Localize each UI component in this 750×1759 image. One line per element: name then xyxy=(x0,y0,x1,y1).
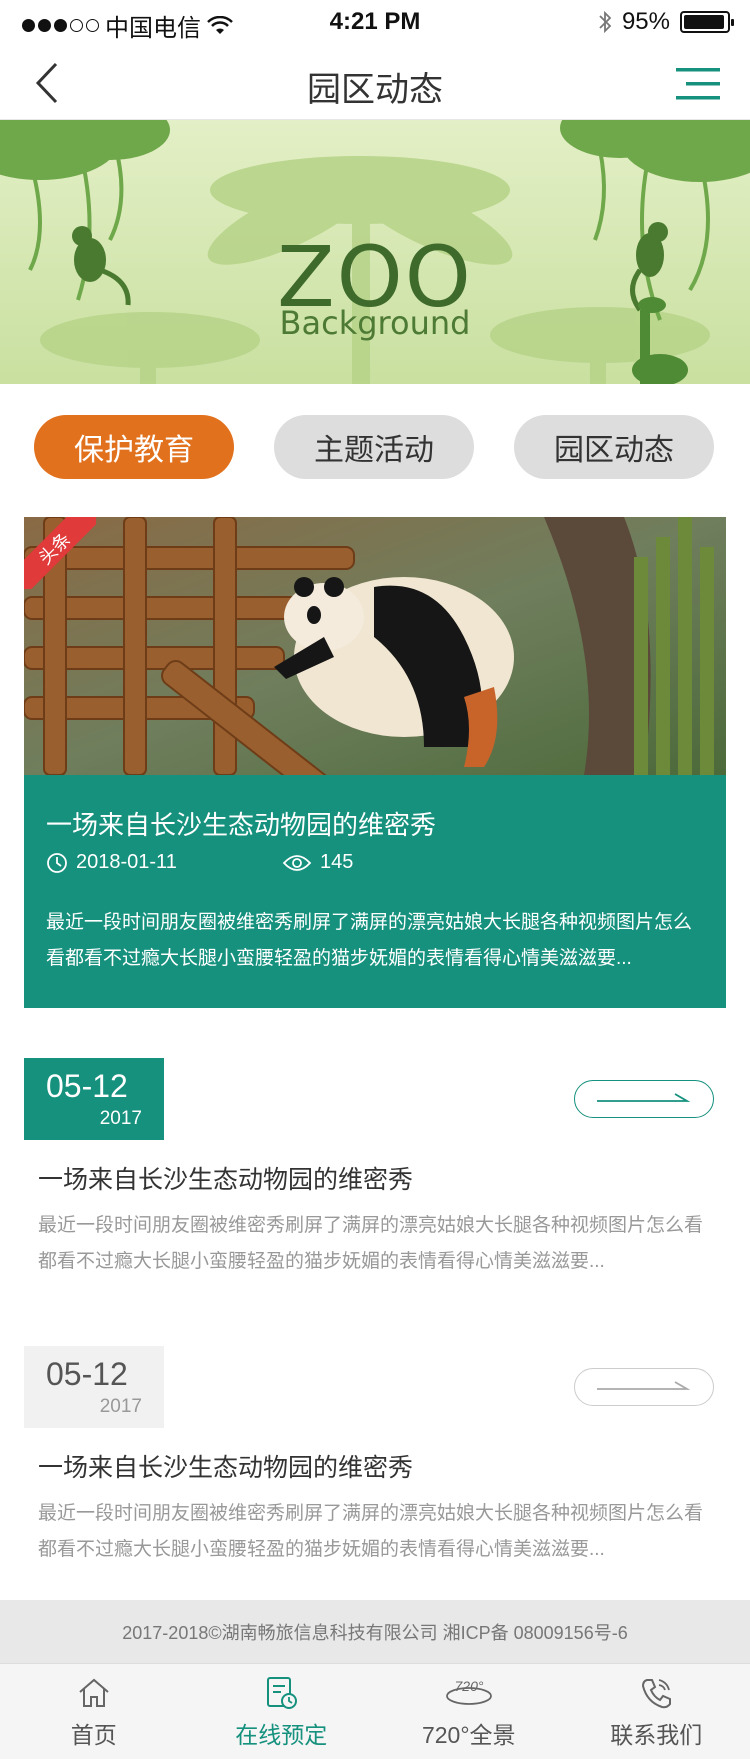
headline-date: 2018-01-11 xyxy=(76,851,177,873)
tab-panorama[interactable]: 720° 720°全景 xyxy=(375,1664,563,1759)
phone-icon xyxy=(642,1679,672,1709)
tab-contact-label: 联系我们 xyxy=(610,1722,703,1748)
tab-theme-events[interactable]: 主题活动 xyxy=(274,415,474,479)
tab-home[interactable]: 首页 xyxy=(0,1664,188,1759)
bottom-tab-bar: 首页 在线预定 720° 720°全景 联系我们 xyxy=(0,1663,750,1759)
news-date: 05-12 xyxy=(46,1068,128,1104)
zoo-banner: ZOO Background xyxy=(0,120,750,384)
news-year: 2017 xyxy=(99,1396,142,1417)
news-date-box: 05-12 2017 xyxy=(24,1058,164,1140)
home-icon xyxy=(79,1678,109,1707)
news-date-box: 05-12 2017 xyxy=(24,1346,164,1428)
tab-home-label: 首页 xyxy=(70,1722,117,1748)
headline-badge: 头条 xyxy=(24,517,96,589)
clock-icon xyxy=(47,852,67,873)
news-date: 05-12 xyxy=(46,1356,128,1392)
eye-icon xyxy=(282,854,312,871)
arrow-right-icon xyxy=(597,1093,691,1102)
battery-level xyxy=(684,15,724,29)
news-item[interactable]: 05-12 2017 一场来自长沙生态动物园的维密秀 最近一段时间朋友圈被维密秀… xyxy=(24,1346,726,1586)
news-title[interactable]: 一场来自长沙生态动物园的维密秀 xyxy=(38,1160,413,1196)
news-summary: 最近一段时间朋友圈被维密秀刷屏了满屏的漂亮姑娘大长腿各种视频图片怎么看都看不过瘾… xyxy=(38,1215,704,1272)
bluetooth-icon xyxy=(599,10,612,34)
category-tabs: 保护教育 主题活动 园区动态 xyxy=(34,415,714,479)
panda-photo: 头条 xyxy=(24,517,726,775)
tab-education[interactable]: 保护教育 xyxy=(34,415,234,479)
headline-meta: 2018-01-11 145 xyxy=(46,851,353,874)
headline-title[interactable]: 一场来自长沙生态动物园的维密秀 xyxy=(46,805,436,842)
tab-panorama-label: 720°全景 xyxy=(421,1722,516,1748)
nav-bar: 园区动态 xyxy=(0,44,750,120)
booking-icon xyxy=(267,1677,298,1709)
headline-ribbon: 头条 xyxy=(24,517,96,589)
read-more-button[interactable] xyxy=(574,1080,714,1118)
tab-booking[interactable]: 在线预定 xyxy=(188,1664,376,1759)
tab-booking-label: 在线预定 xyxy=(235,1722,328,1748)
status-bar: 中国电信 4:21 PM 95% xyxy=(0,0,750,44)
battery-icon xyxy=(680,11,734,33)
svg-text:720°: 720° xyxy=(454,1678,483,1694)
news-title[interactable]: 一场来自长沙生态动物园的维密秀 xyxy=(38,1448,413,1484)
panorama-720-icon: 720° xyxy=(445,1678,492,1705)
banner-subtitle: Background xyxy=(279,304,471,342)
tab-park-news[interactable]: 园区动态 xyxy=(514,415,714,479)
news-year: 2017 xyxy=(99,1108,142,1129)
tab-contact[interactable]: 联系我们 xyxy=(563,1664,750,1759)
status-right: 95% xyxy=(598,8,734,36)
headline-summary: 最近一段时间朋友圈被维密秀刷屏了满屏的漂亮姑娘大长腿各种视频图片怎么看都看不过瘾… xyxy=(46,912,693,969)
headline-card[interactable]: 头条 一场来自长沙生态动物园的维密秀 2018-01-11 145 最近一段时间… xyxy=(24,517,726,1008)
read-more-button[interactable] xyxy=(574,1368,714,1406)
news-summary: 最近一段时间朋友圈被维密秀刷屏了满屏的漂亮姑娘大长腿各种视频图片怎么看都看不过瘾… xyxy=(38,1503,704,1560)
arrow-right-icon xyxy=(597,1381,691,1390)
news-item[interactable]: 05-12 2017 一场来自长沙生态动物园的维密秀 最近一段时间朋友圈被维密秀… xyxy=(24,1058,726,1298)
menu-icon[interactable] xyxy=(676,66,720,102)
headline-info: 一场来自长沙生态动物园的维密秀 2018-01-11 145 最近一段时间朋友圈… xyxy=(24,775,726,1008)
headline-views: 145 xyxy=(320,851,354,873)
page-title: 园区动态 xyxy=(307,71,443,109)
footer-copyright: 2017-2018©湖南畅旅信息科技有限公司 湘ICP备 08009156号-6 xyxy=(0,1600,750,1663)
battery-percent: 95% xyxy=(621,8,670,35)
